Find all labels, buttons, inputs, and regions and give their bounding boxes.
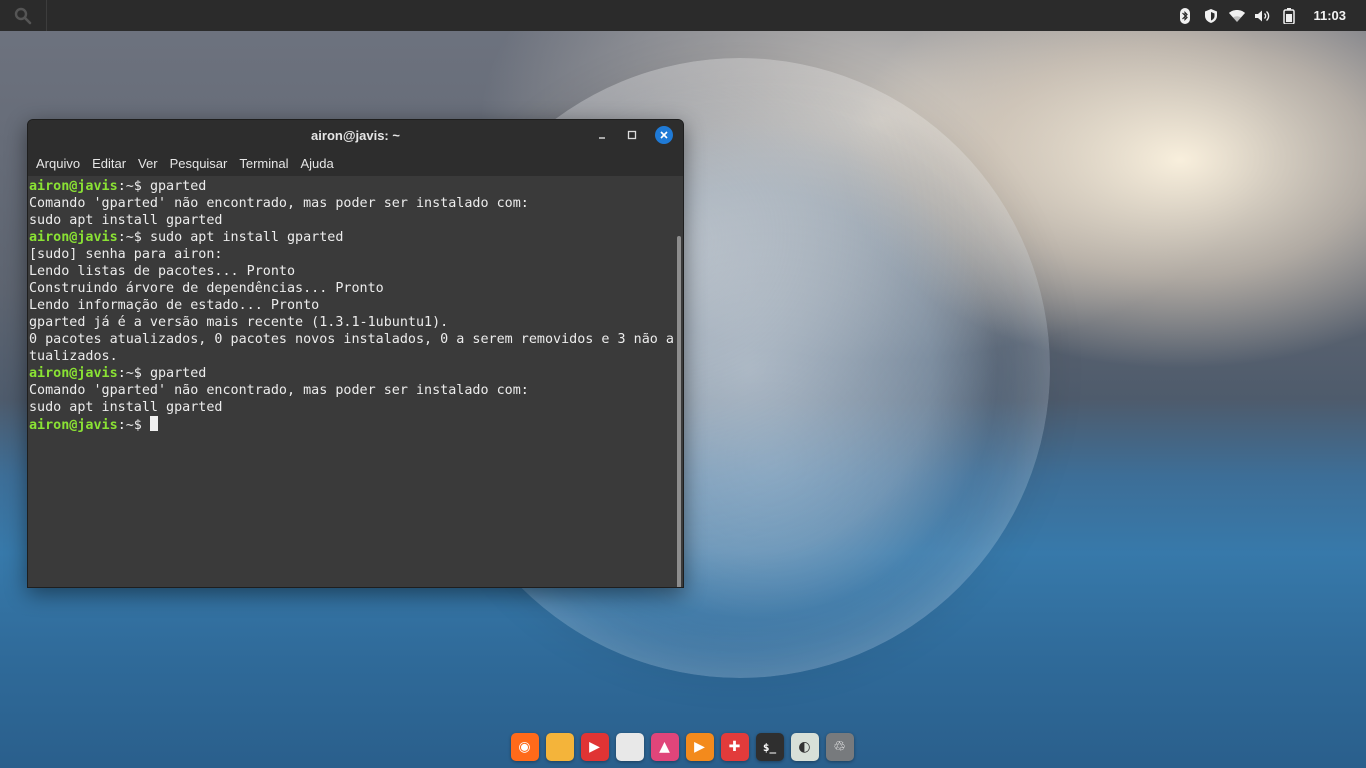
terminal-text: airon@javis:~$ gparted Comando 'gparted'…: [28, 176, 683, 434]
terminal-output-line: Lendo listas de pacotes... Pronto: [29, 264, 296, 279]
search-icon: [14, 7, 32, 24]
terminal-prompt-line: airon@javis:~$ gparted: [29, 179, 206, 194]
prompt-path: :~$: [117, 366, 150, 381]
terminal-icon[interactable]: $_: [755, 733, 784, 761]
menu-editar[interactable]: Editar: [88, 156, 134, 171]
prompt-user-host: airon@javis: [29, 230, 118, 245]
prompt-command: sudo apt install gparted: [149, 230, 344, 245]
top-panel: 11:03: [0, 0, 1366, 31]
firefox-icon[interactable]: ◉: [510, 733, 539, 761]
image-viewer-icon[interactable]: ▲: [650, 733, 679, 761]
prompt-path: :~$: [117, 418, 150, 433]
terminal-output-line: Construindo árvore de dependências... Pr…: [29, 281, 384, 296]
system-tray: 11:03: [1175, 6, 1366, 26]
menu-arquivo[interactable]: Arquivo: [32, 156, 88, 171]
prompt-path: :~$: [117, 230, 150, 245]
software-center-icon[interactable]: ✚: [720, 733, 749, 761]
prompt-user-host: airon@javis: [29, 366, 118, 381]
clock[interactable]: 11:03: [1313, 8, 1346, 23]
terminal-output-line: [sudo] senha para airon:: [29, 247, 223, 262]
minimize-button[interactable]: [591, 124, 613, 146]
prompt-user-host: airon@javis: [29, 179, 118, 194]
terminal-output-line: Comando 'gparted' não encontrado, mas po…: [29, 196, 529, 211]
search-button[interactable]: [0, 0, 47, 31]
prompt-path: :~$: [117, 179, 150, 194]
terminal-output-line: Comando 'gparted' não encontrado, mas po…: [29, 383, 529, 398]
scrollbar[interactable]: [677, 236, 681, 587]
terminal-output-line: 0 pacotes atualizados, 0 pacotes novos i…: [29, 332, 674, 347]
window-title: airon@javis: ~: [311, 127, 400, 143]
menu-pesquisar[interactable]: Pesquisar: [166, 156, 236, 171]
volume-icon[interactable]: [1253, 6, 1273, 26]
video-player-icon[interactable]: ▶: [580, 733, 609, 761]
terminal-prompt-line: airon@javis:~$ gparted: [29, 366, 206, 381]
menu-ver[interactable]: Ver: [134, 156, 166, 171]
prompt-command: gparted: [149, 366, 207, 381]
window-titlebar[interactable]: airon@javis: ~: [28, 120, 683, 150]
menu-bar: Arquivo Editar Ver Pesquisar Terminal Aj…: [28, 150, 683, 176]
window-controls: [591, 124, 673, 146]
prompt-command: gparted: [149, 179, 207, 194]
wifi-icon[interactable]: [1227, 6, 1247, 26]
files-icon[interactable]: [545, 733, 574, 761]
shield-icon[interactable]: [1201, 6, 1221, 26]
terminal-prompt-line: airon@javis:~$: [29, 416, 158, 433]
bluetooth-icon[interactable]: [1175, 6, 1195, 26]
maximize-button[interactable]: [621, 124, 643, 146]
dock: ◉ ▶ ▲ ▶ ✚ $_ ◐ ♲: [498, 730, 866, 764]
close-icon: [660, 131, 668, 139]
terminal-output-line: gparted já é a versão mais recente (1.3.…: [29, 315, 449, 330]
text-editor-icon[interactable]: [615, 733, 644, 761]
terminal-output-line: tualizados.: [29, 349, 118, 364]
terminal-cursor: [149, 416, 158, 431]
terminal-output[interactable]: airon@javis:~$ gparted Comando 'gparted'…: [28, 176, 683, 587]
maximize-icon: [627, 130, 637, 140]
prompt-user-host: airon@javis: [29, 418, 118, 433]
trash-icon[interactable]: ♲: [825, 733, 854, 761]
media-player-icon[interactable]: ▶: [685, 733, 714, 761]
close-button[interactable]: [655, 126, 673, 144]
terminal-output-line: Lendo informação de estado... Pronto: [29, 298, 320, 313]
terminal-output-line: sudo apt install gparted: [29, 400, 223, 415]
terminal-window: airon@javis: ~ Arquivo Editar Ver Pesqui…: [27, 119, 684, 588]
menu-ajuda[interactable]: Ajuda: [297, 156, 342, 171]
minimize-icon: [599, 137, 605, 139]
menu-terminal[interactable]: Terminal: [235, 156, 296, 171]
terminal-output-line: sudo apt install gparted: [29, 213, 223, 228]
terminal-prompt-line: airon@javis:~$ sudo apt install gparted: [29, 230, 343, 245]
battery-icon[interactable]: [1279, 6, 1299, 26]
settings-icon[interactable]: ◐: [790, 733, 819, 761]
